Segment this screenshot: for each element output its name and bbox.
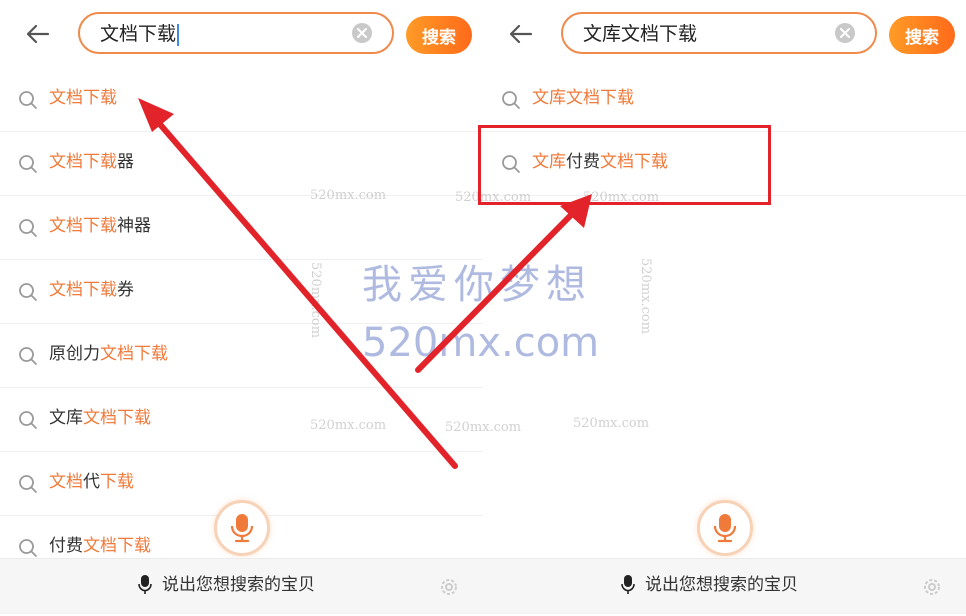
suggestion-item[interactable]: 文库文档下载	[483, 68, 966, 132]
magnifier-icon	[19, 411, 37, 429]
suggestion-text: 文档代下载	[49, 469, 134, 495]
watermark-site: 520mx.com	[362, 320, 600, 366]
back-button[interactable]	[505, 18, 537, 50]
voice-search-button[interactable]	[214, 500, 270, 556]
magnifier-icon	[502, 91, 520, 109]
suggestion-match-highlight: 文档下载	[49, 216, 117, 236]
voice-input-prompt[interactable]: 说出您想搜索的宝贝	[621, 573, 798, 597]
voice-bar: 说出您想搜索的宝贝	[0, 558, 483, 614]
suggestion-text: 付费文档下载	[49, 533, 151, 559]
suggestion-item[interactable]: 文档下载器	[0, 132, 483, 196]
watermark-title: 我爱你梦想	[362, 262, 592, 308]
voice-input-prompt[interactable]: 说出您想搜索的宝贝	[138, 573, 315, 597]
suggestion-text-part: 神器	[117, 216, 151, 236]
suggestion-match-highlight: 文档下载	[49, 88, 117, 108]
suggestion-text: 文档下载器	[49, 149, 134, 175]
back-button[interactable]	[22, 18, 54, 50]
magnifier-icon	[19, 347, 37, 365]
search-header: 文库文档下载 搜索	[483, 0, 966, 68]
microphone-icon	[621, 575, 635, 594]
microphone-icon	[230, 514, 254, 543]
voice-search-button[interactable]	[697, 500, 753, 556]
gear-icon[interactable]	[439, 577, 459, 597]
search-button[interactable]: 搜索	[889, 16, 955, 54]
suggestion-text: 文档下载神器	[49, 213, 151, 239]
suggestion-match-highlight: 文档	[49, 472, 83, 492]
suggestion-match-highlight: 文档下载	[100, 344, 168, 364]
magnifier-icon	[19, 219, 37, 237]
suggestion-text: 文库文档下载	[49, 405, 151, 431]
search-button[interactable]: 搜索	[406, 16, 472, 54]
back-arrow-icon	[509, 24, 533, 44]
gear-icon[interactable]	[922, 577, 942, 597]
voice-prompt-label: 说出您想搜索的宝贝	[162, 575, 315, 595]
suggestion-text-part: 代	[83, 472, 100, 492]
suggestion-text-part: 付费	[49, 536, 83, 556]
suggestion-match-highlight: 文档下载	[83, 408, 151, 428]
suggestion-match-highlight: 下载	[100, 472, 134, 492]
clear-button[interactable]	[352, 23, 372, 43]
clear-circle-icon	[840, 28, 850, 38]
voice-prompt-label: 说出您想搜索的宝贝	[645, 575, 798, 595]
clear-button[interactable]	[835, 23, 855, 43]
suggestion-text: 文档下载	[49, 85, 117, 111]
microphone-icon	[713, 514, 737, 543]
suggestion-text-part: 原创力	[49, 344, 100, 364]
search-input[interactable]: 文档下载	[78, 12, 394, 54]
suggestion-text-part: 器	[117, 152, 134, 172]
suggestion-text-part: 券	[117, 280, 134, 300]
search-header: 文档下载 搜索	[0, 0, 483, 68]
magnifier-icon	[19, 91, 37, 109]
search-query-text[interactable]: 文库文档下载	[583, 22, 697, 46]
annotation-highlight-box	[478, 125, 771, 205]
suggestion-text: 文档下载券	[49, 277, 134, 303]
suggestion-match-highlight: 文档下载	[49, 280, 117, 300]
suggestion-item[interactable]: 文档下载神器	[0, 196, 483, 260]
suggestion-text: 原创力文档下载	[49, 341, 168, 367]
clear-circle-icon	[357, 28, 367, 38]
microphone-icon	[138, 575, 152, 594]
suggestion-text-part: 文库	[49, 408, 83, 428]
back-arrow-icon	[26, 24, 50, 44]
suggestion-item[interactable]: 文档下载	[0, 68, 483, 132]
search-input[interactable]: 文库文档下载	[561, 12, 877, 54]
suggestion-text: 文库文档下载	[532, 85, 634, 111]
suggestion-match-highlight: 文档下载	[49, 152, 117, 172]
magnifier-icon	[19, 475, 37, 493]
text-cursor	[177, 23, 180, 46]
magnifier-icon	[19, 283, 37, 301]
suggestion-match-highlight: 文库文档下载	[532, 88, 634, 108]
voice-bar: 说出您想搜索的宝贝	[483, 558, 966, 614]
suggestion-item[interactable]: 文库文档下载	[0, 388, 483, 452]
magnifier-icon	[19, 539, 37, 557]
magnifier-icon	[19, 155, 37, 173]
search-query-text[interactable]: 文档下载	[100, 22, 180, 46]
suggestion-match-highlight: 文档下载	[83, 536, 151, 556]
